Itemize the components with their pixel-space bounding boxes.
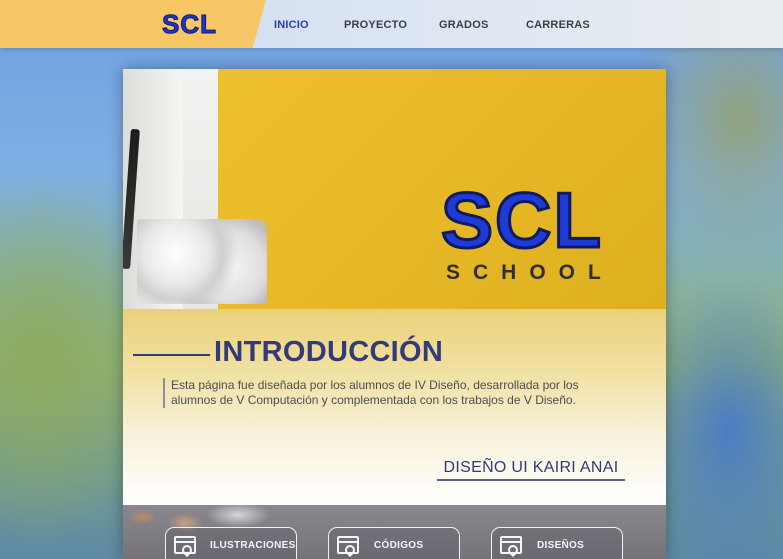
hero-logo: SCL — [440, 176, 603, 264]
image-window-icon — [174, 536, 196, 554]
intro-section: INTRODUCCIÓN Esta página fue diseñada po… — [123, 309, 666, 505]
nav-link-proyecto[interactable]: PROYECTO — [344, 19, 407, 31]
category-button-disenos[interactable]: DISEÑOS — [491, 527, 623, 559]
category-button-ilustraciones[interactable]: ILUSTRACIONES — [165, 527, 297, 559]
title-rule — [133, 354, 210, 356]
code-window-icon — [337, 536, 359, 554]
nav-link-grados[interactable]: GRADOS — [439, 19, 488, 31]
crumpled-paper-decoration — [137, 219, 267, 304]
category-label: ILUSTRACIONES — [210, 540, 296, 551]
category-band: ILUSTRACIONES CÓDIGOS DISEÑOS — [123, 505, 666, 559]
intro-title: INTRODUCCIÓN — [214, 336, 444, 368]
main-card: SCL SCHOOL INTRODUCCIÓN Esta página fue … — [123, 69, 666, 559]
site-logo[interactable]: SCL — [162, 9, 217, 40]
hero-logo-subtitle: SCHOOL — [446, 261, 614, 284]
logo-area — [0, 0, 266, 48]
top-navbar: SCL INICIO PROYECTO GRADOS CARRERAS — [0, 0, 783, 48]
category-label: DISEÑOS — [537, 540, 585, 551]
design-credit: DISEÑO UI KAIRI ANAI — [437, 457, 625, 481]
design-window-icon — [500, 536, 522, 554]
category-button-codigos[interactable]: CÓDIGOS — [328, 527, 460, 559]
hero-banner: SCL SCHOOL — [123, 69, 666, 309]
intro-paragraph: Esta página fue diseñada por los alumnos… — [163, 378, 603, 408]
nav-link-inicio[interactable]: INICIO — [274, 19, 309, 31]
nav-link-carreras[interactable]: CARRERAS — [526, 19, 590, 31]
category-label: CÓDIGOS — [374, 540, 424, 551]
